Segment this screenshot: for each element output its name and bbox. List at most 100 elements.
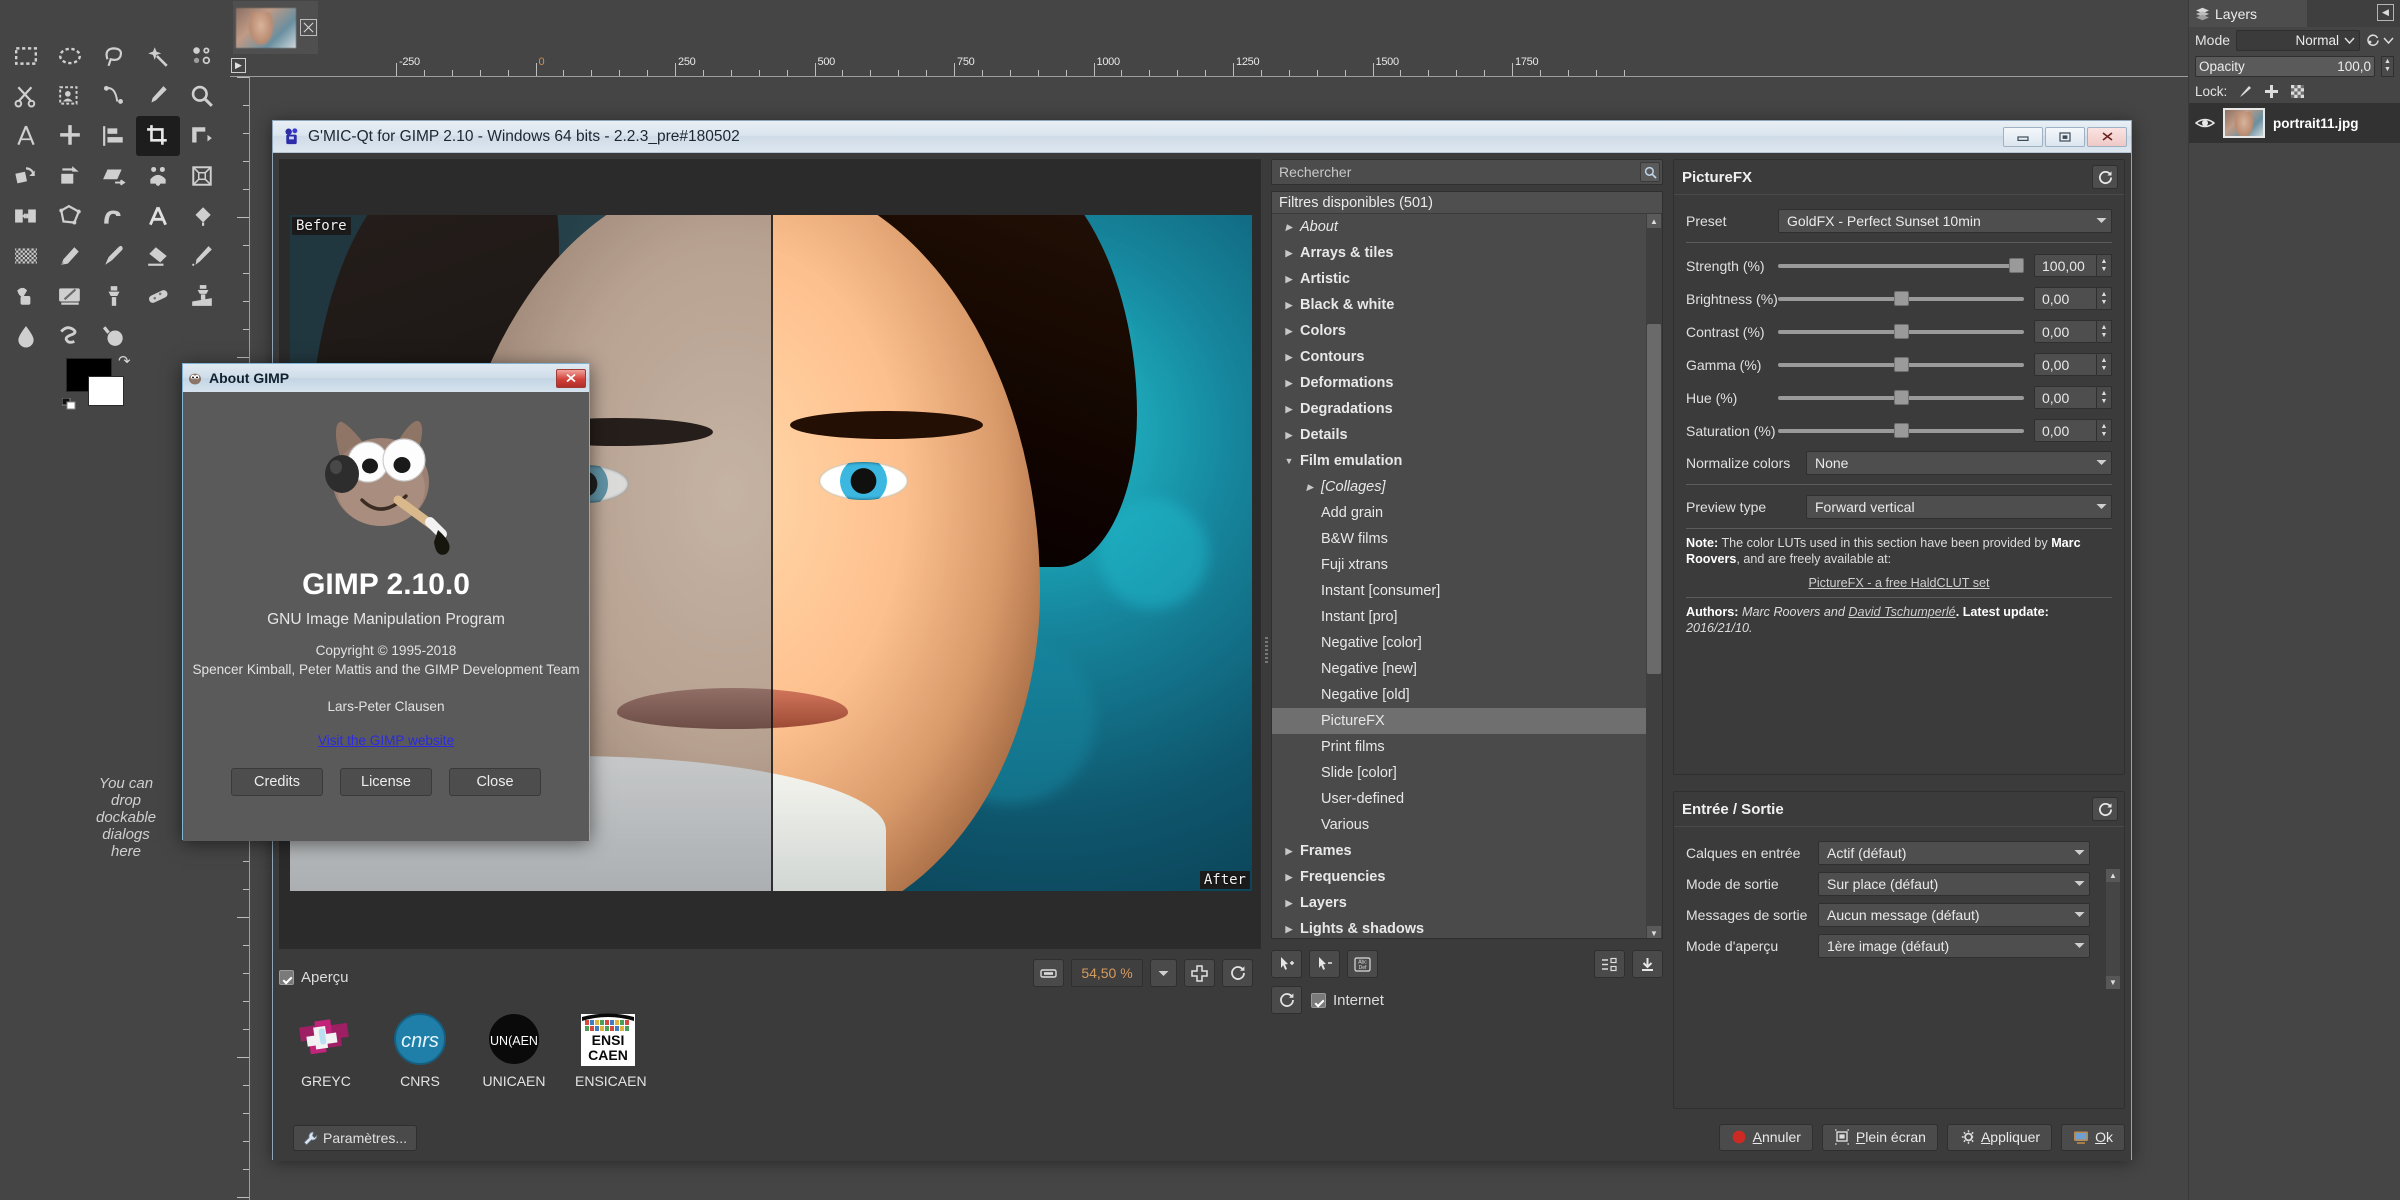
undo-icon[interactable] — [2366, 33, 2380, 47]
lock-position-icon[interactable] — [2264, 84, 2279, 99]
chevron-right-icon[interactable]: ▶ — [1282, 872, 1296, 883]
fit-to-window-icon[interactable] — [1033, 959, 1064, 987]
tool-airbrush-tool[interactable] — [180, 236, 224, 276]
rename-fave-icon[interactable]: Abc Def — [1347, 950, 1378, 978]
layer-mode-extra[interactable] — [2366, 33, 2394, 47]
io-scrollbar[interactable]: ▲ ▼ — [2106, 869, 2120, 989]
chevron-right-icon[interactable]: ▶ — [1282, 846, 1296, 857]
tool-paintbrush-tool[interactable] — [92, 236, 136, 276]
slider-track[interactable] — [1778, 289, 2024, 309]
gmic-titlebar[interactable]: G'MIC-Qt for GIMP 2.10 - Windows 64 bits… — [273, 121, 2131, 153]
chevron-right-icon[interactable]: ▶ — [1282, 898, 1296, 909]
tool-eraser-tool[interactable] — [136, 236, 180, 276]
tool-transform-tool[interactable] — [180, 116, 224, 156]
remove-fave-icon[interactable] — [1309, 950, 1340, 978]
reset-icon[interactable] — [1222, 959, 1253, 987]
filter-tree-item[interactable]: Fuji xtrans — [1272, 552, 1647, 578]
refresh-icon[interactable] — [2092, 165, 2118, 189]
filter-tree-item[interactable]: User-defined — [1272, 786, 1647, 812]
slider-track[interactable] — [1778, 388, 2024, 408]
tool-fuzzy-select-tool[interactable] — [136, 36, 180, 76]
slider-value[interactable]: 0,00 — [2034, 419, 2097, 442]
annuler-button[interactable]: Annuler — [1718, 1123, 1813, 1151]
internet-checkbox[interactable]: Internet — [1311, 992, 1384, 1009]
lock-pixels-icon[interactable] — [2238, 84, 2253, 99]
tool-pencil-tool[interactable] — [48, 236, 92, 276]
cnrs-logo[interactable]: cnrs CNRS — [387, 1009, 453, 1089]
slider-stepper[interactable]: ▲ ▼ — [2097, 287, 2112, 310]
tool-dodge-burn-tool[interactable] — [92, 316, 136, 356]
parametres-button[interactable]: Paramètres... — [293, 1125, 418, 1151]
chevron-down-icon[interactable]: ▼ — [1282, 456, 1296, 466]
slider-value[interactable]: 0,00 — [2034, 386, 2097, 409]
tool-blur-sharpen-tool[interactable] — [4, 316, 48, 356]
chevron-down-icon[interactable] — [1150, 959, 1177, 987]
slider-stepper[interactable]: ▲ ▼ — [2097, 386, 2112, 409]
slider-value[interactable]: 0,00 — [2034, 353, 2097, 376]
io-row-select[interactable]: 1ère image (défaut) — [1818, 933, 2090, 958]
tool-perspective-clone-tool[interactable] — [180, 276, 224, 316]
tool-shear-tool[interactable] — [92, 156, 136, 196]
maximize-button[interactable] — [2045, 126, 2085, 147]
normalize-select[interactable]: None — [1806, 450, 2112, 475]
filter-tree-item[interactable]: Print films — [1272, 734, 1647, 760]
apercu-checkbox[interactable]: Aperçu — [279, 969, 349, 986]
preview-splitter[interactable] — [1261, 159, 1271, 1155]
refresh-icon[interactable] — [1271, 986, 1302, 1014]
chevron-right-icon[interactable]: ▶ — [1282, 300, 1296, 311]
tool-warp-transform-tool[interactable] — [92, 196, 136, 236]
filter-tree-item[interactable]: ▶ Frames — [1272, 838, 1647, 864]
filter-tree-item[interactable]: ▶ Details — [1272, 422, 1647, 448]
layer-mode-select[interactable]: Normal — [2236, 29, 2360, 51]
layer-row[interactable]: portrait11.jpg — [2189, 103, 2400, 143]
author-link[interactable]: David Tschumperlé — [1848, 605, 1955, 619]
about-close-button[interactable] — [556, 368, 586, 388]
slider-stepper[interactable]: ▲ ▼ — [2097, 353, 2112, 376]
tool-flip-tool[interactable] — [4, 196, 48, 236]
opacity-stepper[interactable]: ▲ ▼ — [2381, 55, 2394, 77]
filter-tree-item[interactable]: ▶ Frequencies — [1272, 864, 1647, 890]
scroll-down-icon[interactable]: ▼ — [1647, 926, 1661, 938]
unicaen-logo[interactable]: UN(AEN UNICAEN — [481, 1009, 547, 1089]
scroll-up-icon[interactable]: ▲ — [2106, 869, 2120, 882]
filter-tree-item[interactable]: Add grain — [1272, 500, 1647, 526]
opacity-slider[interactable]: Opacity 100,0 — [2195, 55, 2375, 77]
zoom-level-value[interactable]: 54,50 % — [1071, 959, 1143, 987]
swap-colors-icon[interactable]: ↷ — [118, 352, 131, 370]
slider-knob[interactable] — [1893, 291, 1909, 306]
slider-track[interactable] — [1778, 322, 2024, 342]
tab-layers[interactable]: Layers — [2189, 0, 2307, 27]
image-tab[interactable] — [233, 1, 318, 54]
slider-track[interactable] — [1778, 256, 2024, 276]
apercu-checkbox-box[interactable] — [279, 969, 294, 985]
io-row-select[interactable]: Sur place (défaut) — [1818, 871, 2090, 896]
slider-value[interactable]: 100,00 — [2034, 254, 2097, 277]
filter-tree-item[interactable]: ▶ Colors — [1272, 318, 1647, 344]
minimize-button[interactable] — [2003, 126, 2043, 147]
foreground-background-colors[interactable]: ↷ — [62, 353, 140, 414]
license-button[interactable]: License — [340, 768, 432, 796]
slider-value[interactable]: 0,00 — [2034, 287, 2097, 310]
scroll-down-icon[interactable]: ▼ — [2106, 976, 2120, 989]
tool-heal-tool[interactable] — [136, 276, 180, 316]
search-input[interactable]: Rechercher — [1271, 159, 1663, 185]
filter-tree-item[interactable]: Negative [color] — [1272, 630, 1647, 656]
slider-stepper[interactable]: ▲ ▼ — [2097, 419, 2112, 442]
slider-knob[interactable] — [1893, 324, 1909, 339]
chevron-right-icon[interactable]: ▶ — [1282, 248, 1296, 259]
filter-tree-item[interactable]: Instant [consumer] — [1272, 578, 1647, 604]
filter-tree-item[interactable]: ▶ Lights & shadows — [1272, 916, 1647, 938]
tool-gradient-tool[interactable] — [4, 236, 48, 276]
filter-tree-item[interactable]: ▶ Arrays & tiles — [1272, 240, 1647, 266]
tool-color-picker-tool[interactable] — [136, 76, 180, 116]
filter-tree-item[interactable]: ▶ Degradations — [1272, 396, 1647, 422]
close-button[interactable]: Close — [449, 768, 541, 796]
slider-track[interactable] — [1778, 355, 2024, 375]
tool-clone-tool[interactable] — [92, 276, 136, 316]
haldclut-link[interactable]: PictureFX - a free HaldCLUT set — [1808, 576, 1989, 590]
background-color-swatch[interactable] — [88, 376, 124, 406]
tool-smudge-tool[interactable] — [48, 316, 92, 356]
filter-tree-item[interactable]: ▶ Deformations — [1272, 370, 1647, 396]
close-icon[interactable] — [300, 19, 317, 36]
io-row-select[interactable]: Aucun message (défaut) — [1818, 902, 2090, 927]
